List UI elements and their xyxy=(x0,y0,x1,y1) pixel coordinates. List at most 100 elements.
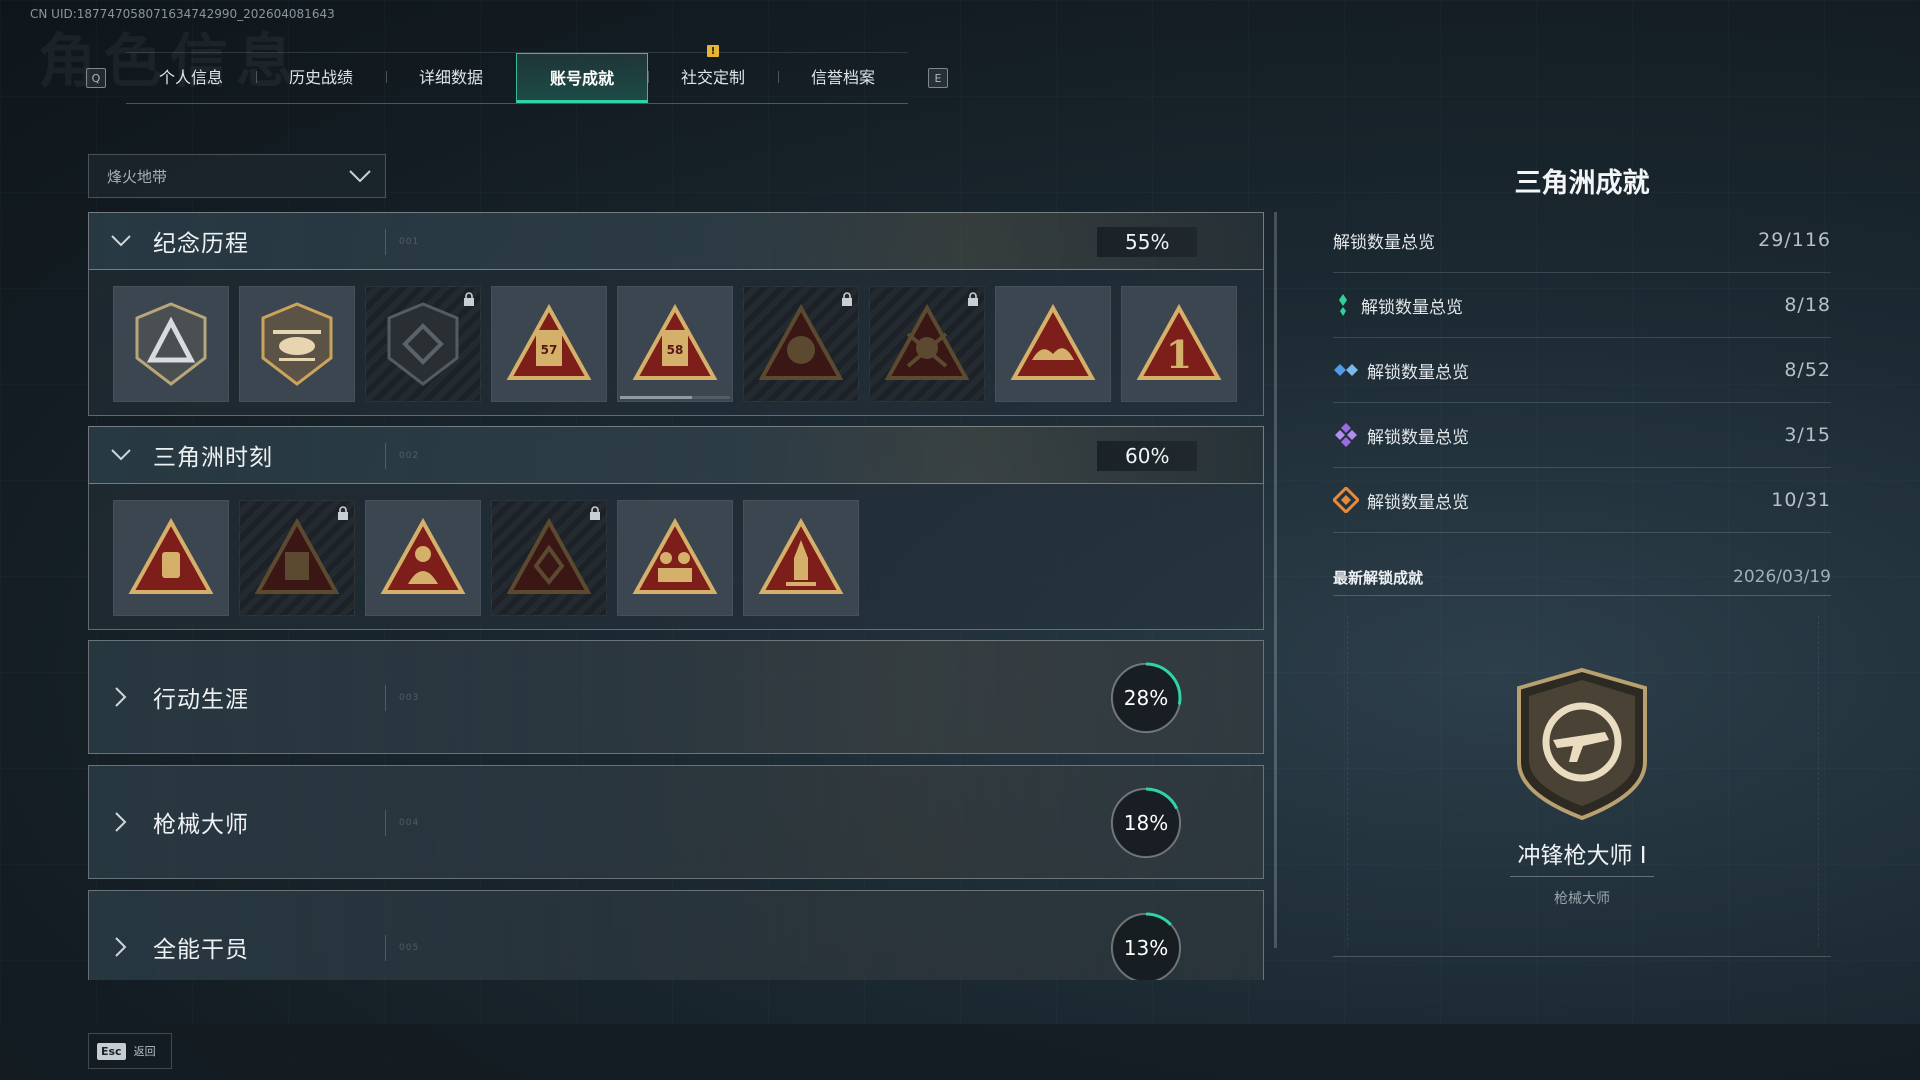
badge-grid: 57 58 1 xyxy=(88,270,1264,416)
divider xyxy=(385,935,386,961)
list-scrollbar[interactable] xyxy=(1274,212,1277,948)
achievement-category-list: 纪念历程 001 55% 57 58 1 三角洲时刻 002 60% 行动生涯 … xyxy=(88,212,1264,980)
stat-value: 8/18 xyxy=(1784,294,1831,316)
purple-tier-icon xyxy=(1335,423,1357,447)
stat-label-wrap: 解锁数量总览 xyxy=(1333,422,1469,448)
badge-tile[interactable] xyxy=(239,500,355,616)
tab-label: 账号成就 xyxy=(549,69,614,88)
tab-bar: Q 个人信息 历史战绩 详细数据 账号成就 ! 社交定制 信誉档案 E xyxy=(86,45,948,104)
tab-reputation-file[interactable]: 信誉档案 xyxy=(778,53,908,99)
wave-badge-icon xyxy=(1010,304,1096,380)
badge-tile[interactable] xyxy=(743,286,859,402)
recent-achievement-category: 枪械大师 xyxy=(1554,891,1610,907)
divider xyxy=(385,810,386,836)
lock-icon xyxy=(842,292,852,306)
badge-tile[interactable] xyxy=(869,286,985,402)
unlock-tier-row-green: 解锁数量总览 8/18 xyxy=(1333,273,1831,338)
category-code: 001 xyxy=(399,237,420,247)
lock-icon xyxy=(464,292,474,306)
helicopter-badge-icon xyxy=(261,302,333,386)
stat-label-wrap: 解锁数量总览 xyxy=(1333,487,1469,513)
lock-icon xyxy=(590,506,600,520)
next-tab-key[interactable]: E xyxy=(928,68,948,88)
category-header-delta-moments[interactable]: 三角洲时刻 002 60% xyxy=(88,426,1264,484)
orange-tier-icon xyxy=(1333,487,1359,513)
stat-value: 8/52 xyxy=(1784,359,1831,381)
badge-tile[interactable] xyxy=(995,286,1111,402)
category-code: 003 xyxy=(399,693,420,703)
badge-tile[interactable]: 1 xyxy=(1121,286,1237,402)
svg-text:58: 58 xyxy=(667,343,684,357)
rank-one-badge-icon: 1 xyxy=(1136,304,1222,380)
recent-achievement-name: 冲锋枪大师 I xyxy=(1517,843,1647,869)
alert-badge: ! xyxy=(707,45,719,57)
divider xyxy=(385,229,386,255)
recent-unlock-header: 最新解锁成就 2026/03/19 xyxy=(1333,559,1831,596)
tab-account-achievements[interactable]: 账号成就 xyxy=(516,53,648,103)
panel-title: 三角洲成就 xyxy=(1514,168,1650,199)
category-title: 全能干员 xyxy=(153,937,249,963)
uid-label: CN UID:18774705807163474299​0_2026040816… xyxy=(30,7,335,21)
squad-badge-icon xyxy=(632,518,718,594)
emblem-badge-icon xyxy=(506,518,592,594)
tab-social-customization[interactable]: ! 社交定制 xyxy=(648,45,778,99)
lock-icon xyxy=(968,292,978,306)
badge-tile[interactable] xyxy=(239,286,355,402)
badge-progress-fill xyxy=(620,396,692,399)
unlock-tier-row-blue: 解锁数量总览 8/52 xyxy=(1333,338,1831,403)
recent-achievement-card[interactable]: 冲锋枪大师 I 枪械大师 xyxy=(1333,596,1831,957)
footer-bar: Esc 返回 xyxy=(0,1024,1920,1080)
season-58-badge-icon: 58 xyxy=(632,304,718,380)
stat-label-wrap: 解锁数量总览 xyxy=(1333,293,1463,318)
category-title: 枪械大师 xyxy=(153,812,249,838)
tab-match-history[interactable]: 历史战绩 xyxy=(256,53,386,99)
chevron-down-icon xyxy=(111,445,131,465)
divider xyxy=(1510,876,1654,877)
armor-badge-icon xyxy=(254,518,340,594)
prev-tab-key[interactable]: Q xyxy=(86,68,106,88)
badge-tile[interactable]: 57 xyxy=(491,286,607,402)
badge-tile[interactable] xyxy=(617,500,733,616)
operator-badge-icon xyxy=(758,304,844,380)
back-button[interactable]: Esc 返回 xyxy=(88,1033,172,1069)
lock-icon xyxy=(338,506,348,520)
stat-label: 解锁数量总览 xyxy=(1333,232,1435,253)
category-percent: 60% xyxy=(1097,441,1197,471)
rocket-badge-icon xyxy=(758,518,844,594)
divider xyxy=(385,443,386,469)
category-header-all-round-operator[interactable]: 全能干员 005 13% xyxy=(88,890,1264,980)
category-header-operations-career[interactable]: 行动生涯 003 28% xyxy=(88,640,1264,754)
chevron-down-icon xyxy=(349,170,371,183)
unlock-tier-row-purple: 解锁数量总览 3/15 xyxy=(1333,403,1831,468)
smg-master-badge-icon xyxy=(1517,667,1647,821)
category-percent: 55% xyxy=(1097,227,1197,257)
badge-tile[interactable] xyxy=(743,500,859,616)
tab-personal-info[interactable]: 个人信息 xyxy=(126,53,256,99)
stat-label: 解锁数量总览 xyxy=(1367,492,1469,513)
badge-tile[interactable] xyxy=(365,286,481,402)
category-header-weapon-master[interactable]: 枪械大师 004 18% xyxy=(88,765,1264,879)
tab-detailed-data[interactable]: 详细数据 xyxy=(386,53,516,99)
mode-dropdown[interactable]: 烽火地带 xyxy=(88,154,386,198)
badge-tile[interactable] xyxy=(365,500,481,616)
category-title: 行动生涯 xyxy=(153,687,249,713)
category-title: 纪念历程 xyxy=(153,231,249,257)
badge-tile[interactable] xyxy=(491,500,607,616)
unlock-total-row: 解锁数量总览 29/116 xyxy=(1333,208,1831,273)
mode-dropdown-value: 烽火地带 xyxy=(107,167,168,186)
category-title: 三角洲时刻 xyxy=(153,445,273,471)
divider xyxy=(385,685,386,711)
chevron-right-icon xyxy=(111,812,131,832)
badge-tile[interactable]: 58 xyxy=(617,286,733,402)
category-header-memorial[interactable]: 纪念历程 001 55% xyxy=(88,212,1264,270)
achievement-summary-panel: 三角洲成就 解锁数量总览 29/116 解锁数量总览 8/18 解锁数量总览 8… xyxy=(1333,160,1831,957)
category-percent: 28% xyxy=(1123,686,1169,710)
stat-label-wrap: 解锁数量总览 xyxy=(1333,358,1469,383)
recent-unlock-date: 2026/03/19 xyxy=(1733,567,1831,587)
esc-key: Esc xyxy=(97,1042,126,1060)
stat-value: 10/31 xyxy=(1771,489,1831,511)
season-57-badge-icon: 57 xyxy=(506,304,592,380)
badge-tile[interactable] xyxy=(113,500,229,616)
badge-tile[interactable] xyxy=(113,286,229,402)
stat-label: 解锁数量总览 xyxy=(1367,362,1469,383)
